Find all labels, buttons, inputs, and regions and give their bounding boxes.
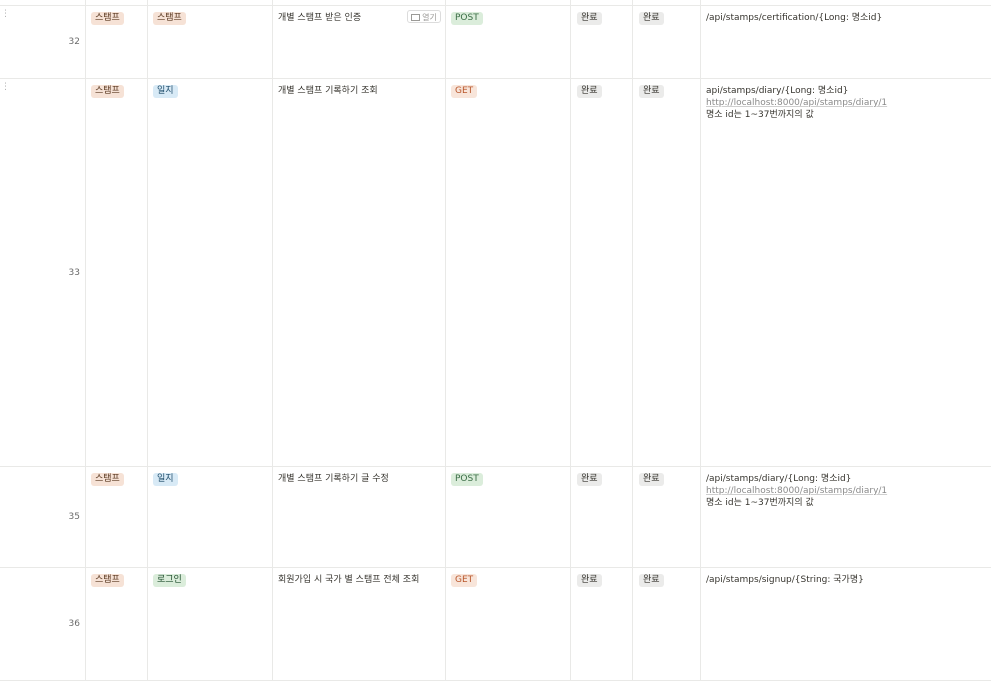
endpoint-note: 명소 id는 1~37번까지의 값 bbox=[706, 110, 814, 120]
description-cell[interactable]: 개별 스탬프 받은 인증 bbox=[278, 12, 361, 24]
category-tag[interactable]: 스탬프 bbox=[91, 12, 124, 25]
row-number: 32 bbox=[68, 37, 80, 47]
endpoint-cell[interactable]: api/stamps/diary/{Long: 명소id} http://loc… bbox=[706, 85, 986, 121]
database-table: ⋮ 32 스탬프 스탬프 개별 스탬프 받은 인증 열기 POST 완료 완료 … bbox=[0, 0, 991, 681]
status-tag[interactable]: 완료 bbox=[639, 574, 664, 587]
status-tag[interactable]: 완료 bbox=[577, 85, 602, 98]
open-page-icon bbox=[411, 14, 421, 21]
status-tag[interactable]: 완료 bbox=[639, 12, 664, 25]
endpoint-path: /api/stamps/diary/{Long: 명소id} bbox=[706, 474, 852, 484]
endpoint-note: 명소 id는 1~37번까지의 값 bbox=[706, 498, 814, 508]
endpoint-path: api/stamps/diary/{Long: 명소id} bbox=[706, 86, 849, 96]
category-tag[interactable]: 스탬프 bbox=[91, 85, 124, 98]
category-tag[interactable]: 스탬프 bbox=[91, 473, 124, 486]
description-cell[interactable]: 개별 스탬프 기록하기 조회 bbox=[278, 85, 378, 97]
method-tag[interactable]: POST bbox=[451, 12, 483, 25]
description-cell[interactable]: 개별 스탬프 기록하기 글 수정 bbox=[278, 473, 389, 485]
open-page-label: 열기 bbox=[422, 13, 437, 22]
subcategory-tag[interactable]: 일지 bbox=[153, 473, 178, 486]
status-tag[interactable]: 완료 bbox=[577, 574, 602, 587]
table-row[interactable]: ⋮ 33 스탬프 일지 개별 스탬프 기록하기 조회 GET 완료 완료 api… bbox=[0, 79, 991, 467]
endpoint-link[interactable]: http://localhost:8000/api/stamps/diary/1 bbox=[706, 485, 986, 497]
status-tag[interactable]: 완료 bbox=[639, 473, 664, 486]
table-row[interactable]: ⋮ 32 스탬프 스탬프 개별 스탬프 받은 인증 열기 POST 완료 완료 … bbox=[0, 6, 991, 79]
endpoint-cell[interactable]: /api/stamps/diary/{Long: 명소id} http://lo… bbox=[706, 473, 986, 509]
row-number: 36 bbox=[68, 619, 80, 629]
status-tag[interactable]: 완료 bbox=[577, 473, 602, 486]
category-tag[interactable]: 스탬프 bbox=[91, 574, 124, 587]
row-number: 33 bbox=[68, 268, 80, 278]
status-tag[interactable]: 완료 bbox=[577, 12, 602, 25]
method-tag[interactable]: GET bbox=[451, 85, 478, 98]
endpoint-cell[interactable]: /api/stamps/certification/{Long: 명소id} bbox=[706, 12, 882, 24]
table-row[interactable]: 36 스탬프 로그인 회원가입 시 국가 별 스탬프 전체 조회 GET 완료 … bbox=[0, 568, 991, 681]
table-row[interactable]: 35 스탬프 일지 개별 스탬프 기록하기 글 수정 POST 완료 완료 /a… bbox=[0, 467, 991, 568]
status-tag[interactable]: 완료 bbox=[639, 85, 664, 98]
subcategory-tag[interactable]: 스탬프 bbox=[153, 12, 186, 25]
open-page-button[interactable]: 열기 bbox=[407, 10, 441, 23]
row-number: 35 bbox=[68, 512, 80, 522]
subcategory-tag[interactable]: 로그인 bbox=[153, 574, 186, 587]
method-tag[interactable]: GET bbox=[451, 574, 478, 587]
drag-handle-icon[interactable]: ⋮ bbox=[1, 9, 10, 19]
description-cell[interactable]: 회원가입 시 국가 별 스탬프 전체 조회 bbox=[278, 574, 419, 586]
endpoint-cell[interactable]: /api/stamps/signup/{String: 국가명} bbox=[706, 574, 864, 586]
method-tag[interactable]: POST bbox=[451, 473, 483, 486]
subcategory-tag[interactable]: 일지 bbox=[153, 85, 178, 98]
endpoint-link[interactable]: http://localhost:8000/api/stamps/diary/1 bbox=[706, 97, 986, 109]
drag-handle-icon[interactable]: ⋮ bbox=[1, 82, 10, 92]
